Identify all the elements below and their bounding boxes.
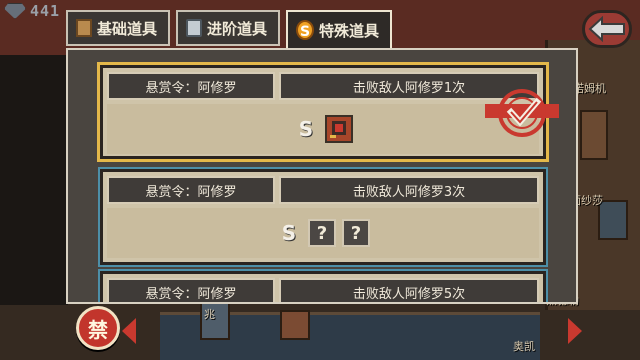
scene-label: 奥凯	[513, 340, 535, 353]
completed-stamp-icon	[485, 86, 559, 140]
item-category-tabs: 基础道具 进阶道具 S 特殊道具	[66, 10, 392, 50]
tab-basic-items[interactable]: 基础道具	[66, 10, 170, 46]
forbid-label: 禁	[88, 317, 108, 342]
quest-panel: 悬赏令：阿修罗 击败敌人阿修罗1次 S 悬赏令：阿修罗 击败敌人阿修罗3次 S …	[66, 48, 578, 304]
tab-label: 进阶道具	[207, 19, 268, 38]
quest-description: 击败敌人阿修罗5次	[279, 278, 539, 302]
quest-rewards: S	[107, 104, 539, 154]
s-coin-icon: S	[298, 117, 314, 141]
quest-rewards: S ? ?	[107, 208, 539, 258]
s-coin-icon: S	[296, 20, 314, 40]
quest-description: 击败敌人阿修罗3次	[279, 176, 539, 204]
tab-label: 特殊道具	[319, 21, 380, 40]
s-coin-icon: S	[281, 221, 297, 245]
quest-name: 悬赏令：阿修罗	[107, 176, 275, 204]
tab-label: 基础道具	[97, 19, 158, 38]
forbid-badge[interactable]: 禁	[76, 306, 120, 350]
scene-label: 兆	[204, 308, 215, 321]
gem-counter: 441	[4, 2, 60, 20]
back-arrow-icon	[588, 16, 625, 42]
quest-card[interactable]: 悬赏令：阿修罗 击败敌人阿修罗1次 S	[97, 62, 559, 162]
tab-special-items[interactable]: S 特殊道具	[286, 10, 392, 50]
unknown-reward-icon: ?	[342, 219, 370, 247]
quest-card[interactable]: 悬赏令：阿修罗 击败敌人阿修罗5次	[98, 269, 548, 302]
item-reward-icon	[325, 115, 353, 143]
back-button[interactable]	[582, 10, 632, 48]
quest-name: 悬赏令：阿修罗	[107, 278, 275, 302]
gem-count: 441	[30, 2, 61, 20]
quest-name: 悬赏令：阿修罗	[107, 72, 275, 100]
quest-card[interactable]: 悬赏令：阿修罗 击败敌人阿修罗3次 S ? ?	[98, 167, 548, 267]
tab-advanced-items[interactable]: 进阶道具	[176, 10, 280, 46]
gem-icon	[4, 3, 26, 19]
box-icon	[76, 19, 92, 37]
lock-icon	[186, 19, 202, 37]
unknown-reward-icon: ?	[308, 219, 336, 247]
